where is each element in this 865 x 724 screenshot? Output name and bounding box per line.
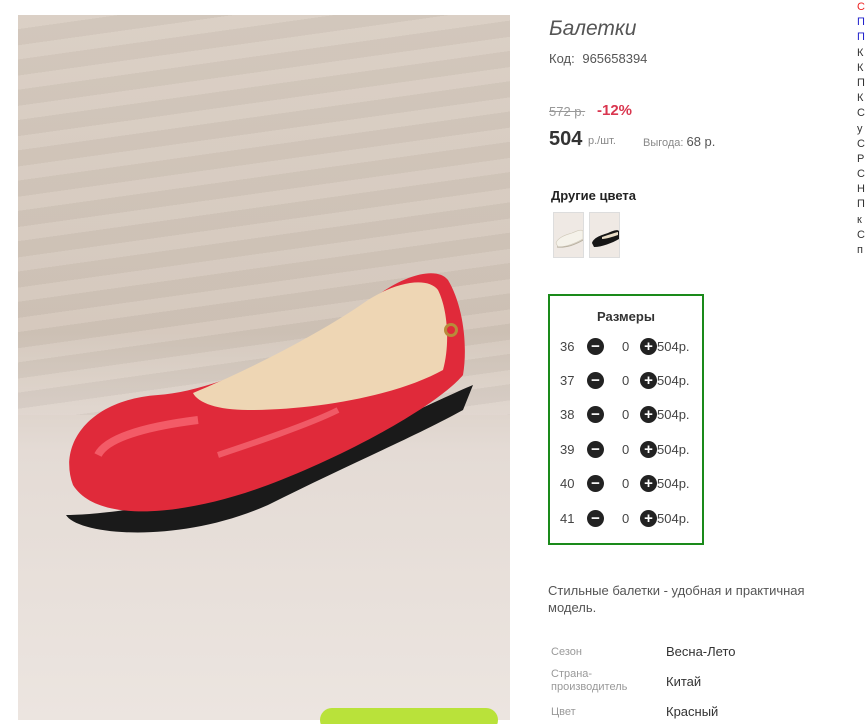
- sizes-title: Размеры: [597, 309, 655, 324]
- decrease-quantity-icon[interactable]: −: [587, 441, 604, 458]
- size-price: 504р.: [657, 476, 690, 491]
- sidebar-link[interactable]: П: [857, 197, 865, 212]
- size-value: 37: [560, 373, 575, 388]
- spec-label-country: Страна-производитель: [551, 668, 628, 693]
- quantity-value: 0: [622, 339, 630, 354]
- increase-quantity-icon[interactable]: +: [640, 406, 657, 423]
- size-row-41: 41 − 0 + 504р.: [560, 510, 700, 528]
- decrease-quantity-icon[interactable]: −: [587, 338, 604, 355]
- spec-label-season: Сезон: [551, 646, 582, 658]
- sidebar-link[interactable]: к: [857, 213, 865, 228]
- spec-value-color: Красный: [666, 704, 719, 719]
- size-row-39: 39 − 0 + 504р.: [560, 441, 700, 459]
- savings: Выгода: 68 р.: [643, 134, 715, 149]
- right-sidebar-menu: С П П К К П К С у С Р С Н П к С п: [857, 0, 865, 258]
- sidebar-link[interactable]: П: [857, 76, 865, 91]
- old-price: 572 р.: [549, 104, 586, 119]
- product-photo[interactable]: [18, 15, 510, 720]
- increase-quantity-icon[interactable]: +: [640, 475, 657, 492]
- size-row-36: 36 − 0 + 504р.: [560, 338, 700, 356]
- size-price: 504р.: [657, 339, 690, 354]
- spec-value-season: Весна-Лето: [666, 644, 736, 659]
- product-code-value: 965658394: [582, 51, 648, 66]
- savings-value: 68 р.: [686, 134, 716, 149]
- spec-label-color: Цвет: [551, 706, 576, 718]
- size-price: 504р.: [657, 373, 690, 388]
- decrease-quantity-icon[interactable]: −: [587, 510, 604, 527]
- quantity-value: 0: [622, 407, 630, 422]
- decrease-quantity-icon[interactable]: −: [587, 372, 604, 389]
- size-value: 40: [560, 476, 575, 491]
- increase-quantity-icon[interactable]: +: [640, 441, 657, 458]
- size-value: 38: [560, 407, 575, 422]
- black-ballet-flat-icon: [592, 230, 619, 247]
- spec-value-country: Китай: [666, 674, 702, 689]
- current-price: 504: [549, 128, 583, 150]
- sidebar-link[interactable]: К: [857, 46, 865, 61]
- product-code: Код: 965658394: [549, 51, 647, 66]
- quantity-value: 0: [622, 476, 630, 491]
- product-code-label: Код:: [549, 51, 575, 66]
- quantity-value: 0: [622, 511, 630, 526]
- sidebar-link[interactable]: П: [857, 15, 865, 30]
- size-price: 504р.: [657, 442, 690, 457]
- add-to-cart-button[interactable]: [320, 708, 498, 724]
- size-value: 39: [560, 442, 575, 457]
- sidebar-link[interactable]: С: [857, 106, 865, 121]
- white-ballet-flat-icon: [555, 229, 583, 248]
- sidebar-link[interactable]: К: [857, 91, 865, 106]
- increase-quantity-icon[interactable]: +: [640, 338, 657, 355]
- product-title: Балетки: [549, 17, 637, 40]
- sidebar-link[interactable]: С: [857, 0, 865, 15]
- sizes-panel: Размеры 36 − 0 + 504р. 37 − 0 + 504р. 38…: [548, 294, 704, 545]
- size-row-37: 37 − 0 + 504р.: [560, 372, 700, 390]
- increase-quantity-icon[interactable]: +: [640, 372, 657, 389]
- sidebar-link[interactable]: С: [857, 228, 865, 243]
- sidebar-link[interactable]: п: [857, 243, 865, 258]
- color-swatch-black[interactable]: [589, 212, 620, 258]
- other-colors-title: Другие цвета: [551, 188, 636, 203]
- sidebar-link[interactable]: Р: [857, 152, 865, 167]
- size-row-38: 38 − 0 + 504р.: [560, 406, 700, 424]
- size-value: 36: [560, 339, 575, 354]
- size-row-40: 40 − 0 + 504р.: [560, 475, 700, 493]
- quantity-value: 0: [622, 442, 630, 457]
- size-price: 504р.: [657, 407, 690, 422]
- red-ballet-flat-image: [66, 273, 473, 533]
- sidebar-link[interactable]: Н: [857, 182, 865, 197]
- sidebar-link[interactable]: у: [857, 122, 865, 137]
- discount-badge: -12%: [597, 102, 633, 119]
- sidebar-link[interactable]: С: [857, 137, 865, 152]
- sidebar-link[interactable]: К: [857, 61, 865, 76]
- decrease-quantity-icon[interactable]: −: [587, 475, 604, 492]
- sidebar-link[interactable]: С: [857, 167, 865, 182]
- savings-label: Выгода:: [643, 137, 684, 149]
- size-price: 504р.: [657, 511, 690, 526]
- price-unit: р./шт.: [588, 135, 616, 147]
- color-swatch-white[interactable]: [553, 212, 584, 258]
- increase-quantity-icon[interactable]: +: [640, 510, 657, 527]
- quantity-value: 0: [622, 373, 630, 388]
- sidebar-link[interactable]: П: [857, 30, 865, 45]
- product-description: Стильные балетки - удобная и практичная …: [548, 583, 805, 615]
- size-value: 41: [560, 511, 575, 526]
- decrease-quantity-icon[interactable]: −: [587, 406, 604, 423]
